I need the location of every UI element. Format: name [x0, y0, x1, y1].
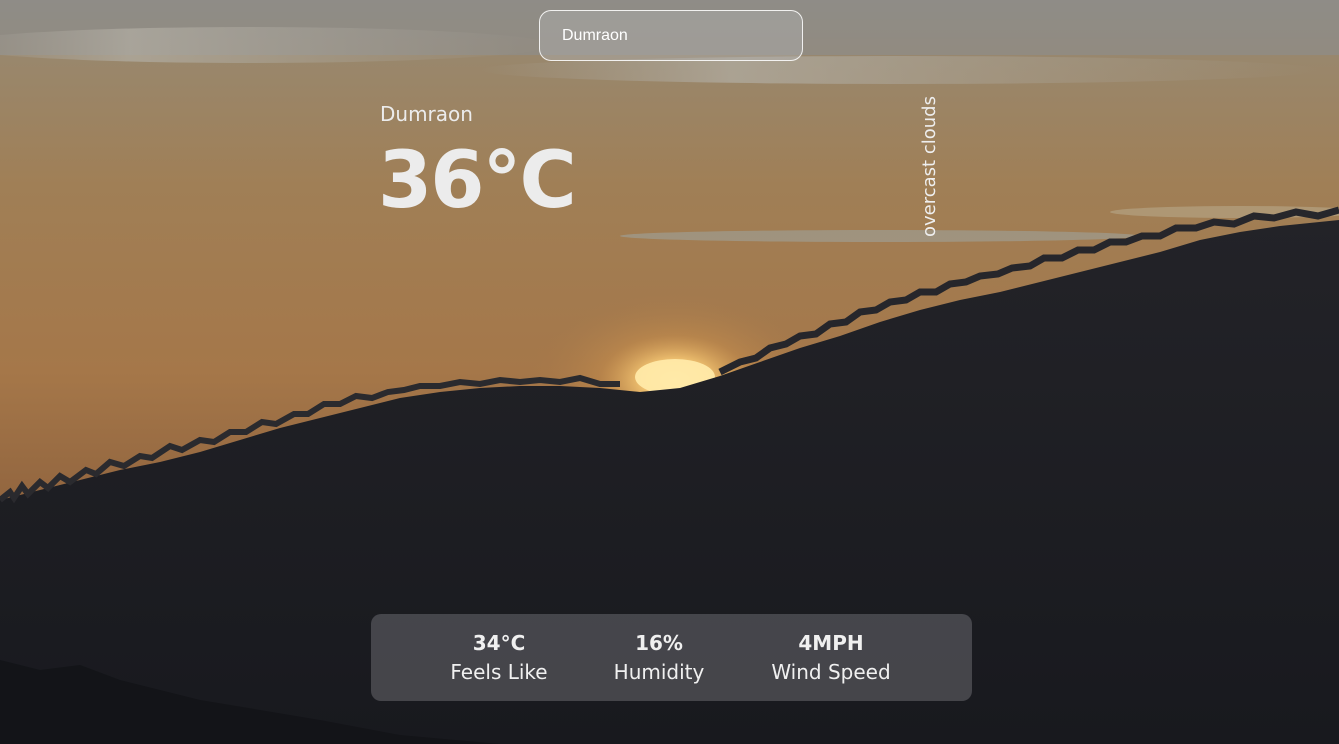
location-name: Dumraon — [380, 102, 473, 126]
wind-speed-label: Wind Speed — [771, 660, 891, 684]
current-temperature: 36°C — [378, 136, 577, 226]
feels-like-value: 34°C — [472, 631, 526, 655]
weather-description: overcast clouds — [919, 96, 940, 237]
humidity-stat: 16% Humidity — [614, 628, 705, 687]
weather-stats-panel: 34°C Feels Like 16% Humidity 4MPH Wind S… — [371, 614, 972, 701]
humidity-value: 16% — [635, 631, 683, 655]
wind-speed-stat: 4MPH Wind Speed — [771, 628, 890, 687]
search-input[interactable] — [539, 10, 803, 61]
feels-like-label: Feels Like — [450, 660, 548, 684]
feels-like-stat: 34°C Feels Like — [450, 628, 547, 687]
wind-speed-value: 4MPH — [798, 631, 864, 655]
humidity-label: Humidity — [613, 660, 705, 684]
